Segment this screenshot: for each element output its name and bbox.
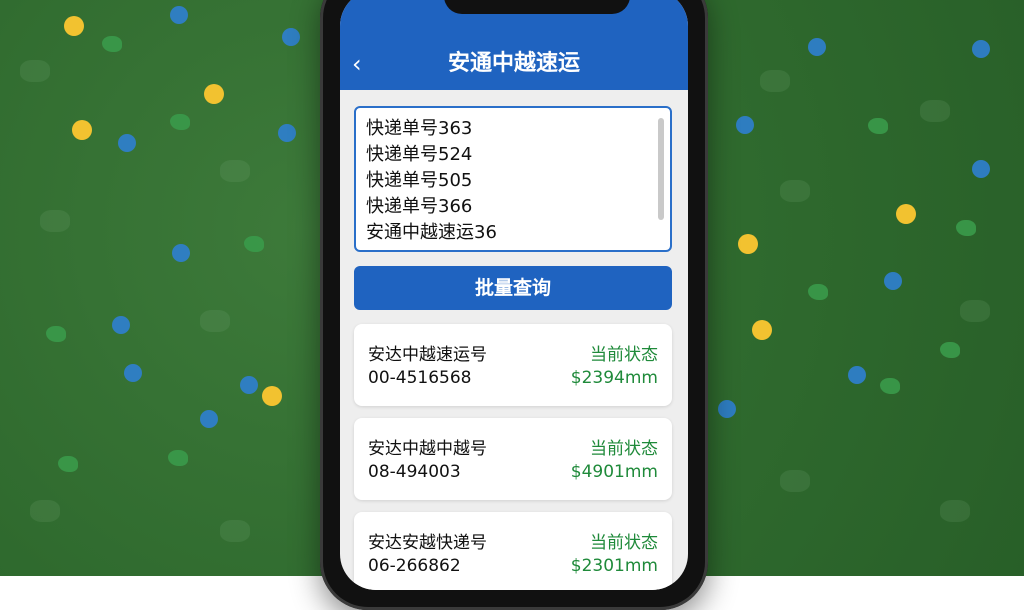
yellow-dot [738,234,758,254]
green-dot [808,284,828,300]
green-dot [102,36,122,52]
leaf-shape [960,300,990,322]
phone-notch [444,0,630,14]
input-line: 快递单号366 [366,196,473,217]
input-line: 安通中越速运36 [366,222,497,243]
leaf-shape [920,100,950,122]
status-label: 当前状态 [590,439,658,459]
tracking-numbers-input[interactable]: 快递单号363 快递单号524 快递单号505 快递单号366 安通中越速运36 [354,106,672,252]
status-value: $2301mm [570,556,658,576]
result-card[interactable]: 安达中越速运号 00-4516568 当前状态 $2394mm [354,324,672,406]
yellow-dot [262,386,282,406]
green-dot [168,450,188,466]
blue-dot [972,160,990,178]
leaf-shape [220,520,250,542]
green-dot [58,456,78,472]
leaf-shape [940,500,970,522]
green-dot [46,326,66,342]
blue-dot [172,244,190,262]
blue-dot [736,116,754,134]
leaf-shape [780,470,810,492]
green-dot [244,236,264,252]
blue-dot [884,272,902,290]
yellow-dot [204,84,224,104]
result-card[interactable]: 安达安越快递号 06-266862 当前状态 $2301mm [354,512,672,590]
blue-dot [112,316,130,334]
status-value: $2394mm [570,368,658,388]
leaf-shape [40,210,70,232]
result-number: 08-494003 [368,462,461,482]
result-name: 安达安越快递号 [368,533,487,553]
blue-dot [170,6,188,24]
status-label: 当前状态 [590,345,658,365]
leaf-shape [220,160,250,182]
blue-dot [808,38,826,56]
yellow-dot [64,16,84,36]
blue-dot [718,400,736,418]
result-card[interactable]: 安达中越中越号 08-494003 当前状态 $4901mm [354,418,672,500]
blue-dot [848,366,866,384]
green-dot [940,342,960,358]
blue-dot [124,364,142,382]
result-number: 06-266862 [368,556,461,576]
result-name: 安达中越速运号 [368,345,487,365]
leaf-shape [30,500,60,522]
leaf-shape [200,310,230,332]
phone-screen: ‹ 安通中越速运 快递单号363 快递单号524 快递单号505 快递单号366… [340,0,688,590]
blue-dot [200,410,218,428]
input-scrollbar[interactable] [658,118,664,220]
blue-dot [282,28,300,46]
green-dot [956,220,976,236]
page-title: 安通中越速运 [447,51,580,76]
input-line: 快递单号505 [366,170,473,191]
leaf-shape [780,180,810,202]
green-dot [880,378,900,394]
yellow-dot [752,320,772,340]
batch-query-button[interactable]: 批量查询 [354,266,672,310]
input-line: 快递单号363 [366,118,473,139]
yellow-dot [896,204,916,224]
status-value: $4901mm [570,462,658,482]
result-name: 安达中越中越号 [368,439,487,459]
green-dot [868,118,888,134]
result-number: 00-4516568 [368,368,472,388]
phone-frame: ‹ 安通中越速运 快递单号363 快递单号524 快递单号505 快递单号366… [320,0,708,610]
blue-dot [118,134,136,152]
leaf-shape [20,60,50,82]
green-dot [170,114,190,130]
leaf-shape [760,70,790,92]
input-line: 快递单号524 [366,144,473,165]
blue-dot [278,124,296,142]
yellow-dot [72,120,92,140]
status-label: 当前状态 [590,533,658,553]
blue-dot [972,40,990,58]
blue-dot [240,376,258,394]
